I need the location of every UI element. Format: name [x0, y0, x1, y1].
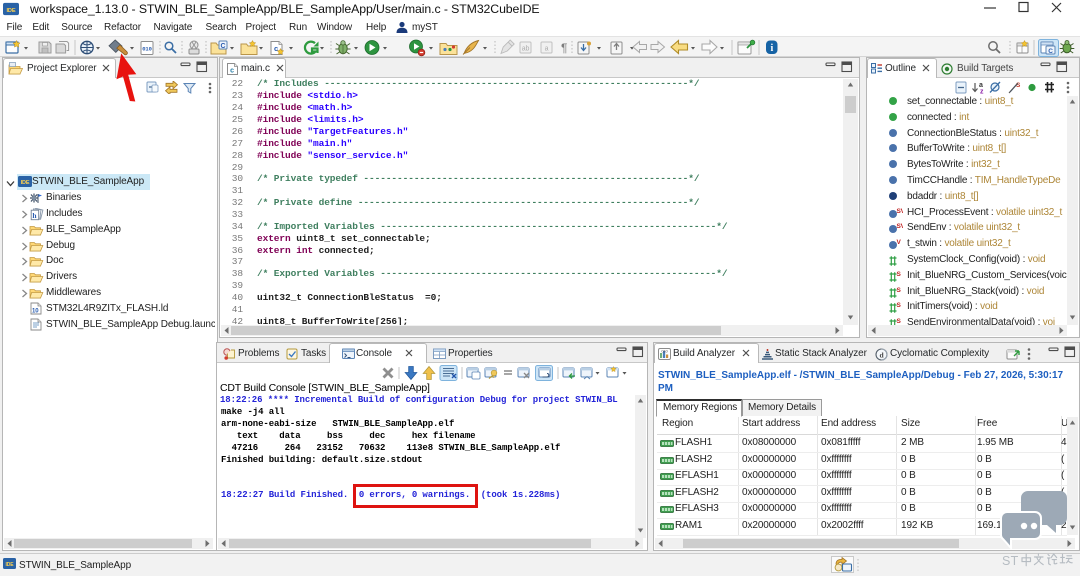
svg-text:S: S [897, 287, 902, 294]
svg-text:c: c [274, 44, 278, 53]
svg-text:a: a [545, 46, 549, 53]
svg-text:ab: ab [522, 46, 530, 53]
svg-text:010: 010 [661, 349, 668, 354]
svg-text:S: S [897, 271, 902, 278]
svg-text:IDE: IDE [21, 180, 30, 186]
svg-text:¶: ¶ [561, 41, 567, 55]
svg-text:c: c [230, 68, 234, 75]
svg-text:i: i [770, 43, 773, 54]
svg-text:10: 10 [32, 309, 39, 315]
svg-text:IDE: IDE [6, 8, 15, 14]
svg-text:SV: SV [897, 208, 904, 215]
svg-text:C: C [1048, 48, 1053, 55]
svg-text:V: V [897, 239, 902, 246]
svg-text:S: S [1016, 82, 1021, 89]
svg-text:C: C [221, 43, 226, 50]
svg-text:SV: SV [897, 223, 904, 230]
svg-text:IDE: IDE [5, 562, 14, 568]
svg-text:ST: ST [1002, 554, 1019, 568]
svg-text:S: S [897, 318, 902, 325]
svg-text:S: S [897, 302, 902, 309]
